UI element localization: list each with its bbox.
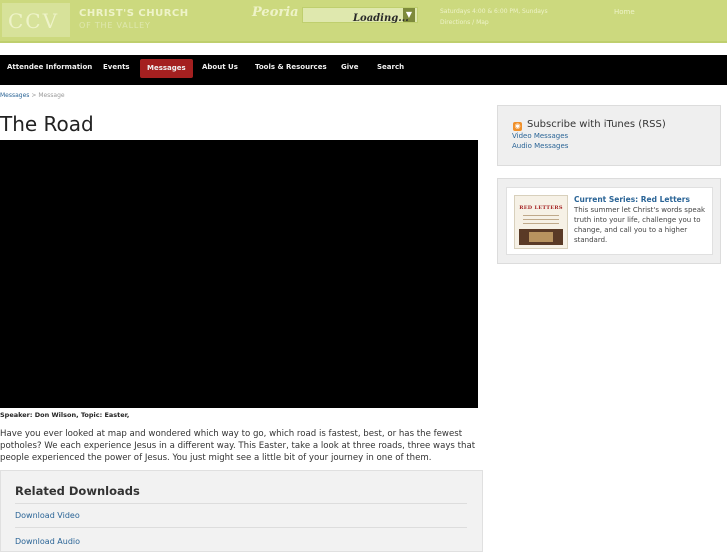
nav-item-attendee-information[interactable]: Attendee Information xyxy=(7,55,92,85)
home-link[interactable]: Home xyxy=(614,8,635,16)
message-description: Have you ever looked at map and wondered… xyxy=(0,429,476,463)
logo-text-line1: CHRIST'S CHURCH xyxy=(79,8,189,19)
nav-item-tools-resources[interactable]: Tools & Resources xyxy=(255,55,327,85)
download-video-link[interactable]: Download Video xyxy=(15,511,80,520)
nav-item-give[interactable]: Give xyxy=(341,55,358,85)
thumbnail-text-line xyxy=(523,223,559,224)
logo[interactable]: CCV xyxy=(2,3,70,37)
series-description: This summer let Christ's words speak tru… xyxy=(574,206,706,244)
main-nav: Attendee Information Events Messages Abo… xyxy=(0,55,727,85)
rss-icon: ◉ xyxy=(513,122,522,131)
site-header: CCV CHRIST'S CHURCH OF THE VALLEY Peoria… xyxy=(0,0,727,43)
related-downloads: Related Downloads Download Video Downloa… xyxy=(0,470,483,552)
speaker-topic: Speaker: Don Wilson, Topic: Easter, xyxy=(0,411,130,419)
service-times: Saturdays 4:00 & 6:00 PM, Sundays xyxy=(440,8,548,15)
divider xyxy=(15,503,467,504)
breadcrumb-current: Message xyxy=(38,92,65,99)
logo-text-line2: OF THE VALLEY xyxy=(79,21,151,30)
thumbnail-text-line xyxy=(523,215,559,216)
divider xyxy=(15,527,467,528)
video-messages-link[interactable]: Video Messages xyxy=(512,132,568,140)
loading-indicator: Loading... xyxy=(353,13,409,24)
subscribe-title[interactable]: Subscribe with iTunes (RSS) xyxy=(527,119,666,130)
series-card: RED LETTERS Current Series: Red Letters … xyxy=(506,187,713,255)
page-title: The Road xyxy=(0,112,94,136)
nav-item-about-us[interactable]: About Us xyxy=(202,55,238,85)
series-thumbnail-title: RED LETTERS xyxy=(519,205,563,211)
video-player[interactable] xyxy=(0,140,478,408)
breadcrumb-messages-link[interactable]: Messages xyxy=(0,92,29,99)
nav-item-search[interactable]: Search xyxy=(377,55,404,85)
series-thumbnail[interactable]: RED LETTERS xyxy=(514,195,568,249)
breadcrumb: Messages > Message xyxy=(0,92,65,99)
directions-link[interactable]: Directions / Map xyxy=(440,19,489,26)
thumbnail-photo-detail xyxy=(529,232,553,242)
thumbnail-text-line xyxy=(523,219,559,220)
logo-mark: CCV xyxy=(8,9,60,33)
breadcrumb-separator: > xyxy=(31,92,37,99)
nav-item-messages[interactable]: Messages xyxy=(140,59,193,78)
current-series-link[interactable]: Current Series: Red Letters xyxy=(574,195,690,204)
subscribe-box: ◉ Subscribe with iTunes (RSS) Video Mess… xyxy=(497,105,721,166)
current-series-box: RED LETTERS Current Series: Red Letters … xyxy=(497,178,721,264)
campus-label: Peoria xyxy=(252,5,299,20)
related-downloads-title: Related Downloads xyxy=(15,484,140,498)
audio-messages-link[interactable]: Audio Messages xyxy=(512,142,568,150)
nav-item-events[interactable]: Events xyxy=(103,55,130,85)
